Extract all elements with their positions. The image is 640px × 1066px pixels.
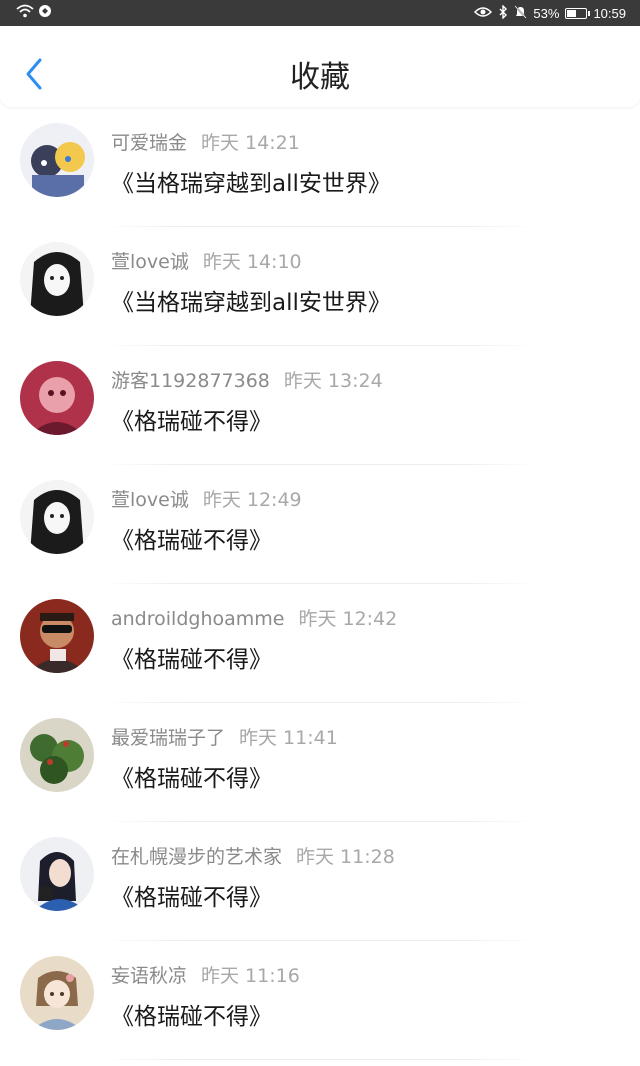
status-right: 53% 10:59 [474,4,626,22]
mute-bell-icon [514,5,528,22]
timestamp: 昨天 13:24 [283,370,383,392]
eye-icon [474,6,493,21]
item-meta: 可爱瑞金 昨天 14:21 [111,128,300,155]
author-name[interactable]: 最爱瑞瑞子了 [111,727,225,749]
author-name[interactable]: 萱love诚 [111,489,189,511]
item-meta: 最爱瑞瑞子了 昨天 11:41 [111,723,338,750]
story-title[interactable]: 《格瑞碰不得》 [111,997,272,1031]
bluetooth-icon [498,4,508,22]
author-name[interactable]: androildghoamme [111,608,284,630]
author-name[interactable]: 可爱瑞金 [111,132,187,154]
story-title[interactable]: 《格瑞碰不得》 [111,759,272,793]
battery-nub [588,11,591,16]
battery-fill [567,10,577,17]
page-title: 收藏 [290,60,350,95]
timestamp: 昨天 14:21 [201,132,300,154]
app-notification-icon [38,4,52,21]
story-title[interactable]: 《当格瑞穿越到all安世界》 [111,283,391,317]
timestamp: 昨天 12:49 [202,489,302,511]
avatar[interactable] [20,956,94,1030]
avatar[interactable] [20,123,94,197]
item-meta: 在札幌漫步的艺术家 昨天 11:28 [111,842,395,869]
item-meta: 妄语秋凉 昨天 11:16 [111,961,300,988]
wifi-icon [16,4,34,21]
favorites-list: 可爱瑞金 昨天 14:21 《当格瑞穿越到all安世界》 萱love诚 昨天 14:… [0,108,640,1060]
app-header: 收藏 [0,26,640,107]
status-left [16,4,52,21]
clock: 10:59 [593,6,626,21]
author-name[interactable]: 游客1192877368 [111,370,270,392]
story-title[interactable]: 《格瑞碰不得》 [111,640,272,674]
list-item[interactable]: 妄语秋凉 昨天 11:16 《格瑞碰不得》 [0,941,640,1060]
list-item[interactable]: 在札幌漫步的艺术家 昨天 11:28 《格瑞碰不得》 [0,822,640,941]
avatar[interactable] [20,242,94,316]
story-title[interactable]: 《格瑞碰不得》 [111,521,272,555]
timestamp: 昨天 11:41 [239,727,338,749]
list-item[interactable]: 萱love诚 昨天 14:10 《当格瑞穿越到all安世界》 [0,227,640,346]
avatar[interactable] [20,837,94,911]
timestamp: 昨天 12:42 [298,608,398,630]
item-meta: 萱love诚 昨天 14:10 [111,247,302,274]
item-meta: 游客1192877368 昨天 13:24 [111,366,383,393]
avatar[interactable] [20,361,94,435]
avatar[interactable] [20,480,94,554]
story-title[interactable]: 《格瑞碰不得》 [111,878,272,912]
author-name[interactable]: 萱love诚 [111,251,189,273]
avatar[interactable] [20,718,94,792]
timestamp: 昨天 14:10 [202,251,302,273]
list-item[interactable]: 可爱瑞金 昨天 14:21 《当格瑞穿越到all安世界》 [0,108,640,227]
status-bar: 53% 10:59 [0,0,640,26]
timestamp: 昨天 11:16 [201,965,300,987]
avatar[interactable] [20,599,94,673]
battery-percent: 53% [533,6,560,21]
divider [100,1059,540,1060]
story-title[interactable]: 《格瑞碰不得》 [111,402,272,436]
list-item[interactable]: 最爱瑞瑞子了 昨天 11:41 《格瑞碰不得》 [0,703,640,822]
author-name[interactable]: 在札幌漫步的艺术家 [111,846,282,868]
list-item[interactable]: 游客1192877368 昨天 13:24 《格瑞碰不得》 [0,346,640,465]
list-item[interactable]: 萱love诚 昨天 12:49 《格瑞碰不得》 [0,465,640,584]
battery-icon [565,8,591,19]
story-title[interactable]: 《当格瑞穿越到all安世界》 [111,164,391,198]
author-name[interactable]: 妄语秋凉 [111,965,187,987]
list-item[interactable]: androildghoamme 昨天 12:42 《格瑞碰不得》 [0,584,640,703]
item-meta: androildghoamme 昨天 12:42 [111,604,397,631]
item-meta: 萱love诚 昨天 12:49 [111,485,302,512]
timestamp: 昨天 11:28 [296,846,395,868]
